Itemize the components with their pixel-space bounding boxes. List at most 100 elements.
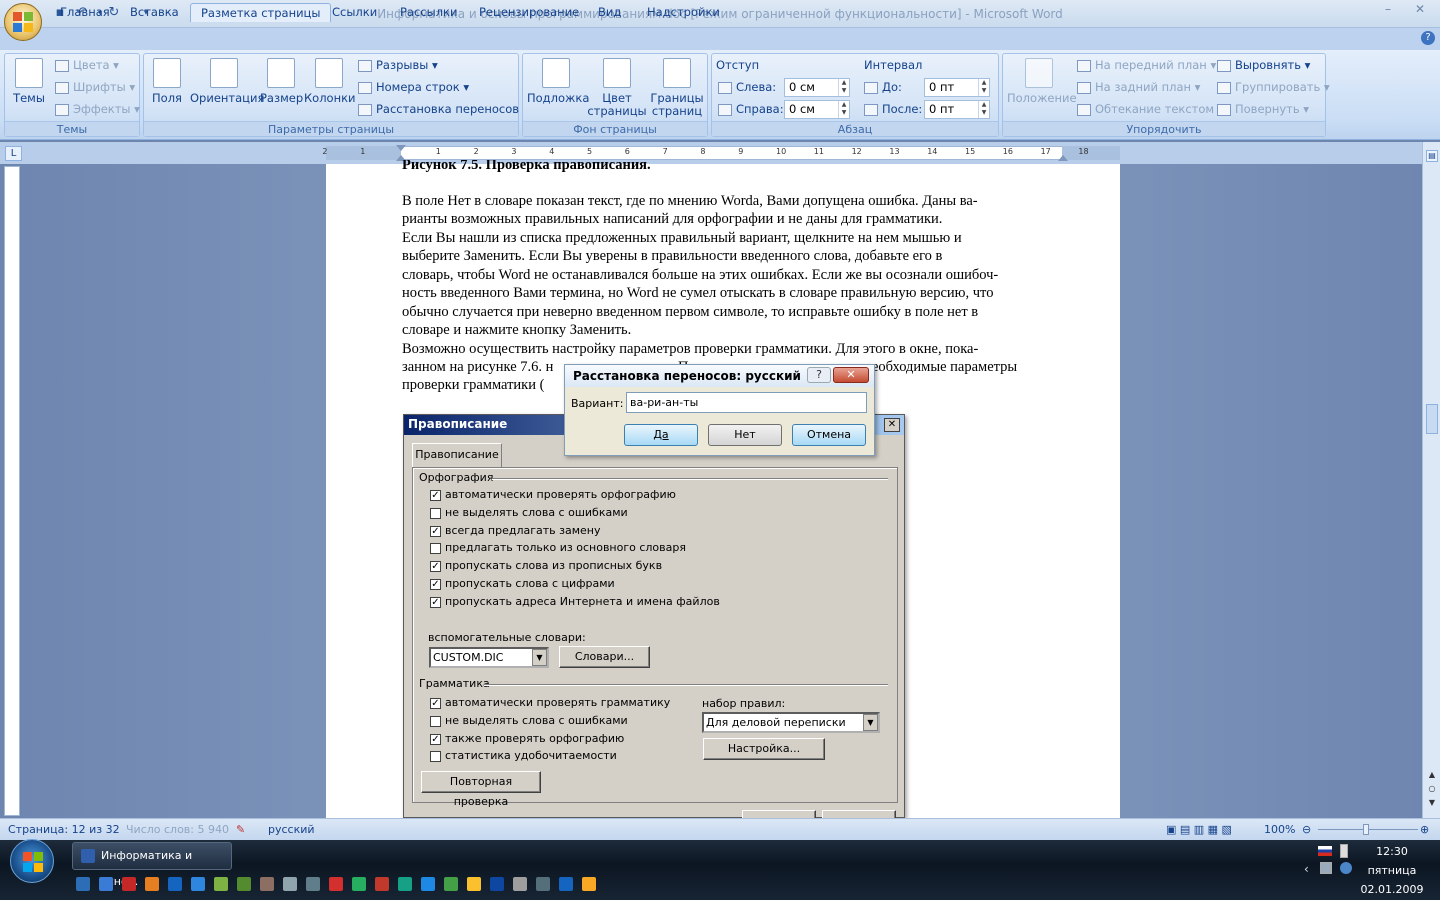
page-count[interactable]: Страница: 12 из 32 [8,822,120,838]
quick-launch-icon[interactable] [214,877,228,891]
page-borders-button[interactable]: Границы страниц [649,58,705,118]
clock-time[interactable]: 12:30 [1360,845,1424,858]
grammar-checkbox-2[interactable]: ✓ [430,734,441,745]
quick-launch-icon[interactable] [467,877,481,891]
battery-icon[interactable] [1340,844,1348,858]
dictionaries-button[interactable]: Словари... [559,646,650,668]
themes-button[interactable]: Темы [9,58,49,105]
quick-launch-icon[interactable] [76,877,90,891]
word-count[interactable]: Число слов: 5 940 [126,822,229,838]
group-button[interactable]: Группировать ▾ [1217,78,1330,96]
line-numbers-button[interactable]: Номера строк ▾ [358,78,469,96]
tab-page-layout[interactable]: Разметка страницы [190,3,332,22]
quick-launch-icon[interactable] [306,877,320,891]
taskbar-word-button[interactable]: Информатика и осно... [72,842,232,888]
vertical-ruler[interactable] [4,166,20,816]
proofing-icon[interactable]: ✎ [236,822,245,838]
zoom-in-icon[interactable]: ⊕ [1420,822,1429,838]
bring-front-button[interactable]: На передний план ▾ [1077,56,1216,74]
effects-button[interactable]: Эффекты ▾ [55,100,140,118]
first-line-indent-marker[interactable] [396,145,406,151]
close-icon[interactable]: ✕ [1408,2,1432,20]
margins-button[interactable]: Поля [150,58,184,105]
spelling-checkbox-2[interactable]: ✓ [430,526,441,537]
quick-launch-icon[interactable] [444,877,458,891]
quick-launch-icon[interactable] [536,877,550,891]
zoom-level[interactable]: 100% [1264,822,1295,838]
variant-input[interactable]: ва-ри-ан-ты [626,392,867,413]
quick-launch-icon[interactable] [237,877,251,891]
spinner-icon[interactable]: ▲ ▼ [978,79,989,96]
language-indicator[interactable]: русский [268,822,315,838]
clock-date[interactable]: 02.01.2009 [1356,883,1428,896]
cancel-button[interactable]: Отмена [792,424,866,446]
spelling-checkbox-6[interactable]: ✓ [430,597,441,608]
quick-launch-icon[interactable] [398,877,412,891]
spelling-checkbox-5[interactable]: ✓ [430,579,441,590]
scroll-thumb[interactable] [1426,404,1438,434]
spelling-checkbox-3[interactable] [430,543,441,554]
position-button[interactable]: Положение [1007,58,1077,105]
breaks-button[interactable]: Разрывы ▾ [358,56,438,74]
view-buttons[interactable]: ▣ ▤ ▥ ▦ ▧ [1166,822,1232,838]
tab-spelling[interactable]: Правописание [412,443,502,467]
chevron-down-icon[interactable]: ▼ [532,649,547,666]
quick-launch-icon[interactable] [329,877,343,891]
align-button[interactable]: Выровнять ▾ [1217,56,1310,74]
zoom-slider-thumb[interactable] [1363,824,1369,835]
spelling-checkbox-0[interactable]: ✓ [430,490,441,501]
indent-right-input[interactable]: 0 см ▲ ▼ [784,100,850,119]
custom-dict-select[interactable]: CUSTOM.DIC ▼ [429,647,549,668]
prev-page-icon[interactable]: ▲ [1426,770,1438,780]
tab-selector-button[interactable]: L [5,146,22,161]
orientation-button[interactable]: Ориентация [190,58,264,105]
tab-view[interactable]: Вид [588,3,631,22]
quick-launch-icon[interactable] [582,877,596,891]
quick-launch-icon[interactable] [421,877,435,891]
quick-launch-icon[interactable] [99,877,113,891]
send-back-button[interactable]: На задний план ▾ [1077,78,1200,96]
tab-insert[interactable]: Вставка [120,3,189,22]
quick-launch-icon[interactable] [490,877,504,891]
tab-addins[interactable]: Надстройки [637,3,730,22]
indent-left-input[interactable]: 0 см ▲ ▼ [784,78,850,97]
hyphenation-button[interactable]: Расстановка переносов ▾ [358,100,528,118]
show-hidden-icons[interactable]: ‹ [1304,862,1309,876]
quick-launch-icon[interactable] [145,877,159,891]
tab-home[interactable]: Главная [50,3,120,22]
quick-launch-icon[interactable] [260,877,274,891]
vertical-scrollbar[interactable]: ▤ ▲ ○ ▼ [1422,142,1440,818]
tab-references[interactable]: Ссылки [322,3,387,22]
colors-button[interactable]: Цвета ▾ [55,56,119,74]
grammar-checkbox-3[interactable] [430,751,441,762]
spelling-checkbox-4[interactable]: ✓ [430,561,441,572]
spinner-icon[interactable]: ▲ ▼ [978,101,989,118]
help-icon[interactable]: ? [807,367,831,383]
no-button[interactable]: Нет [708,424,782,446]
tab-review[interactable]: Рецензирование [469,3,589,22]
columns-button[interactable]: Колонки [304,58,356,105]
volume-icon[interactable] [1340,862,1352,874]
size-button[interactable]: Размер [260,58,303,105]
recheck-button[interactable]: Повторная проверка [421,771,541,808]
page-color-button[interactable]: Цвет страницы [587,58,647,118]
office-button[interactable] [4,3,42,41]
browse-object-icon[interactable]: ○ [1426,784,1438,794]
spacing-before-input[interactable]: 0 пт ▲ ▼ [924,78,990,97]
watermark-button[interactable]: Подложка [527,58,589,105]
spinner-icon[interactable]: ▲ ▼ [838,79,849,96]
chevron-down-icon[interactable]: ▼ [863,714,878,731]
zoom-out-icon[interactable]: ⊖ [1302,822,1311,838]
ruleset-select[interactable]: Для деловой переписки ▼ [702,712,880,733]
network-icon[interactable] [1320,862,1332,874]
ruler-toggle-icon[interactable]: ▤ [1426,150,1438,162]
yes-button[interactable]: Да [624,424,698,446]
spelling-checkbox-1[interactable] [430,508,441,519]
quick-launch-icon[interactable] [352,877,366,891]
quick-launch-icon[interactable] [375,877,389,891]
grammar-checkbox-0[interactable]: ✓ [430,698,441,709]
next-page-icon[interactable]: ▼ [1426,798,1438,808]
text-wrap-button[interactable]: Обтекание текстом ▾ [1077,100,1224,118]
grammar-settings-button[interactable]: Настройка... [703,738,825,760]
help-icon[interactable]: ? [1421,31,1435,45]
